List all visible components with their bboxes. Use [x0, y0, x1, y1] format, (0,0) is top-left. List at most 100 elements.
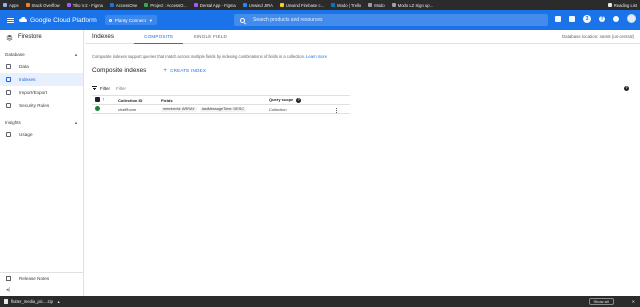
description-text: Composite indexes support queries that m…: [92, 54, 305, 59]
hamburger-menu-icon[interactable]: [7, 17, 14, 23]
zip-file-icon: [4, 299, 8, 304]
check-circle-icon: [95, 106, 100, 112]
bookmark-modo-lz[interactable]: Modo LZ Sign up...: [391, 3, 433, 8]
search-placeholder: Search products and resources: [253, 17, 323, 23]
stack-overflow-icon: [25, 3, 30, 7]
avatar[interactable]: [627, 14, 636, 23]
sidebar-item-label: Import/Export: [19, 90, 48, 95]
section-title: Insights: [5, 120, 21, 125]
project-selector[interactable]: Planty Connect ▼: [104, 15, 157, 25]
bookmark-accessone[interactable]: AccessOne: [109, 3, 137, 8]
select-all-checkbox-cell: [92, 95, 102, 105]
query-scope-help-icon[interactable]: ?: [296, 97, 302, 103]
plus-icon: +: [163, 67, 168, 74]
reading-list[interactable]: Reading List: [607, 3, 637, 8]
column-header-query-scope: Query scope?: [269, 95, 336, 105]
more-vert-icon[interactable]: [613, 15, 619, 22]
figma-icon: [193, 3, 198, 7]
project-name: Planty Connect: [114, 17, 146, 23]
bookmark-unwind-firebase[interactable]: Unwind Firebase c...: [279, 3, 324, 8]
spacer-cell: [102, 104, 118, 115]
collection-id-cell: chatRoom: [118, 104, 161, 115]
database-location: Database location: nam5 (us-central): [562, 34, 634, 39]
description: Composite indexes support queries that m…: [92, 54, 640, 59]
release-notes-link[interactable]: Release Notes: [0, 272, 84, 284]
table-row: chatRoom memberId: ARRAY lastMessageTime:…: [92, 104, 350, 115]
project-icon: [144, 3, 149, 7]
collapse-sidebar-button[interactable]: ◂|: [0, 284, 84, 296]
actions-header: [336, 95, 350, 105]
apps-icon: [3, 3, 7, 7]
globe-icon: [368, 3, 373, 7]
notifications-badge[interactable]: 3: [583, 14, 591, 23]
filter-label: Filter: [100, 85, 110, 91]
table-header-row: ↑ Collection ID Fields Query scope?: [92, 95, 350, 105]
sort-arrow-up-icon[interactable]: ↑: [102, 97, 105, 103]
product-header: Firestore: [0, 30, 83, 44]
learn-more-link[interactable]: Learn more: [306, 54, 327, 59]
bookmark-apps[interactable]: Apps: [3, 3, 19, 8]
collapse-icon: ◂|: [6, 287, 10, 293]
section-insights[interactable]: Insights ▲: [0, 117, 83, 128]
column-header-collection-id[interactable]: Collection ID: [118, 95, 161, 105]
column-help-icon[interactable]: ?: [624, 85, 629, 91]
bookmark-dental-figma[interactable]: Dental App - Figma: [193, 3, 236, 8]
create-index-label: CREATE INDEX: [170, 68, 207, 73]
import-export-icon: [6, 90, 11, 95]
filter-bar: Filter Filter ?: [92, 83, 629, 93]
sidebar-item-data[interactable]: Data: [0, 60, 83, 73]
show-all-button[interactable]: Show all: [588, 298, 614, 305]
bookmark-tiko-figma[interactable]: Tiko V.2 - Figma: [66, 3, 103, 8]
search-input[interactable]: Search products and resources: [234, 14, 548, 26]
chevron-up-icon[interactable]: ▲: [57, 300, 61, 304]
trello-icon: [331, 3, 336, 7]
download-file-name[interactable]: flutter_media_pic....zip: [11, 299, 53, 304]
bookmarks-bar: Apps Stack Overflow Tiko V.2 - Figma Acc…: [0, 0, 640, 10]
section-database[interactable]: Database ▲: [0, 49, 83, 60]
main-content: Indexes COMPOSITE SINGLE FIELD Database …: [85, 30, 640, 296]
status-cell: [92, 104, 102, 115]
marketplace-icon[interactable]: [555, 15, 561, 22]
create-index-button[interactable]: + CREATE INDEX: [163, 68, 206, 74]
chevron-down-icon: ▼: [148, 17, 153, 23]
page-header: Indexes COMPOSITE SINGLE FIELD Database …: [85, 30, 640, 44]
more-vert-icon[interactable]: [336, 107, 338, 114]
chevron-up-icon: ▲: [74, 120, 78, 125]
section-title: Database: [5, 52, 25, 57]
sidebar-item-label: Data: [19, 64, 29, 69]
sidebar-item-security-rules[interactable]: Security Rules: [0, 99, 83, 112]
cloud-shell-icon[interactable]: [569, 15, 575, 22]
indexes-icon: [6, 77, 11, 82]
app-title[interactable]: Google Cloud Platform: [30, 17, 97, 24]
sidebar-footer: Release Notes ◂|: [0, 272, 84, 296]
column-header-fields: Fields: [161, 95, 269, 105]
bookmark-modo[interactable]: Modo: [368, 3, 385, 8]
data-icon: [6, 64, 11, 69]
bookmark-project-accessone[interactable]: Project : AccessO...: [144, 3, 187, 8]
close-icon[interactable]: ✕: [632, 299, 635, 304]
sidebar-item-import-export[interactable]: Import/Export: [0, 86, 83, 99]
filter-input[interactable]: Filter: [116, 86, 126, 91]
select-all-checkbox[interactable]: [95, 97, 100, 102]
firebase-icon: [279, 3, 284, 7]
product-name: Firestore: [18, 34, 42, 40]
sidebar-item-indexes[interactable]: Indexes: [0, 73, 83, 86]
downloads-bar: flutter_media_pic....zip ▲ Show all ✕: [0, 296, 640, 307]
top-app-bar: Google Cloud Platform Planty Connect ▼ S…: [0, 10, 640, 30]
section-header: Composite indexes + CREATE INDEX: [92, 67, 640, 74]
bookmark-modo-trello[interactable]: Modo | Trello: [331, 3, 361, 8]
section-title: Composite indexes: [92, 67, 147, 74]
tab-bar: COMPOSITE SINGLE FIELD: [134, 30, 237, 44]
row-actions-cell: [336, 104, 350, 115]
figma-icon: [66, 3, 71, 7]
tab-single-field[interactable]: SINGLE FIELD: [183, 30, 237, 44]
help-icon[interactable]: ?: [599, 15, 605, 22]
sort-cell: ↑: [102, 95, 118, 105]
sidebar-item-usage[interactable]: Usage: [0, 128, 83, 141]
bookmark-unwind-jira[interactable]: Unwind JIRA: [242, 3, 273, 8]
accessone-icon: [109, 3, 114, 7]
tab-composite[interactable]: COMPOSITE: [134, 30, 184, 44]
sidebar-item-label: Indexes: [19, 77, 36, 82]
release-notes-icon: [6, 276, 11, 281]
bookmark-stack-overflow[interactable]: Stack Overflow: [25, 3, 60, 8]
